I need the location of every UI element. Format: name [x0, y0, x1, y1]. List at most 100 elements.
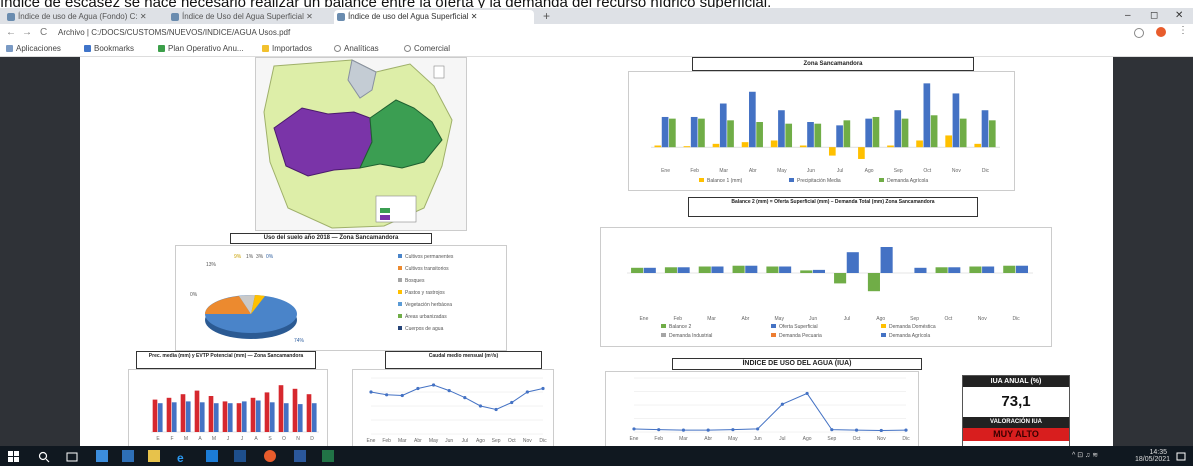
x-tick-label: Dic [902, 436, 910, 442]
data-point [657, 428, 661, 432]
system-tray-icons[interactable]: ^ ⊡ ♫ ≋ [1072, 452, 1098, 459]
data-point [494, 407, 498, 412]
pie-label: 1% [246, 254, 254, 260]
word-icon[interactable] [294, 450, 306, 462]
x-tick-label: May [777, 168, 787, 174]
chart-bar [785, 123, 793, 148]
chart-bar [306, 394, 312, 432]
edge-icon[interactable]: e [176, 450, 188, 465]
x-tick-label: J [227, 436, 230, 442]
bookmark-item[interactable]: Plan Operativo Anu... [158, 42, 244, 55]
chart-bar [669, 118, 676, 148]
data-point [879, 428, 883, 433]
legend-label: Demanda Pecuaria [779, 333, 822, 339]
x-tick-label: Abr [749, 168, 757, 174]
taskbar-app-icon[interactable] [96, 450, 108, 462]
x-tick-label: F [170, 436, 173, 442]
legend-label: Demanda Industrial [669, 333, 712, 339]
chart-bar [981, 110, 989, 148]
legend-swatch [398, 290, 402, 294]
profile-avatar[interactable] [1156, 27, 1166, 37]
forward-button[interactable]: → [22, 26, 32, 39]
legend-swatch [879, 178, 884, 182]
favicon-icon [337, 13, 345, 21]
chart-bar [935, 267, 948, 273]
watershed-map [255, 57, 467, 231]
data-point [706, 428, 710, 432]
chart-bar [741, 142, 749, 148]
taskbar-app-icon[interactable] [122, 450, 134, 462]
chart-bar [631, 267, 644, 273]
x-tick-label: Abr [742, 316, 750, 322]
pdf-page[interactable]: Uso del suelo año 2018 — Zona Sancamando… [80, 57, 1113, 446]
chart-bar [812, 269, 826, 273]
balance-chart: Ene Feb Mar Abr May Jun Jul Ago Sep Oct Nov Dic Bala… [627, 247, 1033, 339]
iua-annual-label: IUA ANUAL (%) [963, 376, 1069, 387]
chart-bar [872, 116, 880, 148]
star-icon[interactable] [1134, 28, 1144, 38]
x-tick-label: Jul [462, 438, 468, 444]
chart-bar [867, 273, 880, 292]
browser-tab[interactable]: Índice de uso de Agua (Fondo) C: ✕ [4, 10, 164, 24]
bookmark-item[interactable]: Comercial [404, 42, 450, 55]
data-point [463, 396, 467, 400]
bookmark-item[interactable]: Importados [262, 42, 312, 55]
precip-chart: EFMAMJJASOND [151, 385, 319, 442]
taskbar-app-icon[interactable] [206, 450, 218, 462]
chart-bar [711, 266, 724, 273]
bookmark-item[interactable]: Analíticas [334, 42, 379, 55]
favicon-icon [171, 13, 179, 21]
data-point [525, 390, 529, 394]
legend-swatch [398, 302, 402, 306]
pie-chart-panel: 13% 9% 1% 3% 0% 0% 74% Cultivos permanen… [175, 245, 507, 351]
series-line [633, 392, 907, 431]
bookmark-item[interactable]: Aplicaciones [6, 42, 61, 55]
clock[interactable]: 14:35 18/05/2021 [1135, 449, 1170, 463]
task-view-icon[interactable] [66, 450, 78, 462]
chrome-icon[interactable] [264, 450, 276, 462]
globe-icon [334, 45, 341, 53]
back-button[interactable]: ← [6, 26, 16, 39]
pie-legend-item: Cultivos permanentes [405, 254, 454, 260]
chart-bar [800, 270, 813, 273]
new-tab-button[interactable]: + [543, 10, 550, 23]
legend-swatch [771, 333, 776, 337]
viewer-right-margin [1113, 57, 1193, 446]
close-window-button[interactable]: ✕ [1175, 10, 1183, 22]
notifications-icon[interactable] [1175, 450, 1187, 462]
reload-button[interactable]: C [40, 26, 47, 39]
iua-chart-panel: Ene Feb Mar Abr May Jun Jul Ago Sep Oct Nov Dic [605, 371, 919, 446]
bookmark-item[interactable]: Bookmarks [84, 42, 134, 55]
x-tick-label: Sep [894, 168, 903, 174]
url-field[interactable]: Archivo | C:/DOCS/CUSTOMS/NUEVOS/INDICE/… [58, 26, 1108, 39]
folder-icon[interactable] [148, 450, 160, 462]
browser-tab-active[interactable]: Índice de uso del Agua Superficial ✕ [334, 10, 534, 24]
chart-bar [208, 396, 214, 432]
pie-label: 74% [294, 338, 305, 344]
legend-swatch [789, 178, 794, 182]
legend-swatch [661, 333, 666, 337]
chart-bar [664, 267, 677, 273]
x-tick-label: Abr [704, 436, 712, 442]
chart-bar [807, 122, 814, 148]
minimize-button[interactable]: – [1125, 10, 1131, 22]
pie-label: 0% [190, 292, 198, 298]
legend-label: Demanda Doméstica [889, 324, 936, 330]
maximize-button[interactable]: ◻ [1150, 10, 1158, 22]
browser-tab[interactable]: Índice de Uso del Agua Superficial ✕ [168, 10, 328, 24]
taskbar-app-icon[interactable] [234, 450, 246, 462]
x-tick-label: May [775, 316, 785, 322]
chart-bar [880, 247, 893, 273]
pie-label: 3% [256, 254, 264, 260]
windows-start-icon[interactable] [8, 450, 20, 462]
chart-bar [779, 266, 792, 273]
excel-icon[interactable] [322, 450, 334, 462]
x-tick-label: Dic [539, 438, 547, 444]
x-tick-label: Mar [398, 438, 407, 444]
pie-legend-item: Cultivos transitorios [405, 266, 449, 272]
data-point [385, 393, 389, 397]
chart-bar [180, 394, 186, 432]
search-icon[interactable] [38, 450, 50, 463]
x-tick-label: Jul [779, 436, 785, 442]
menu-kebab-icon[interactable]: ⋮ [1178, 25, 1188, 36]
